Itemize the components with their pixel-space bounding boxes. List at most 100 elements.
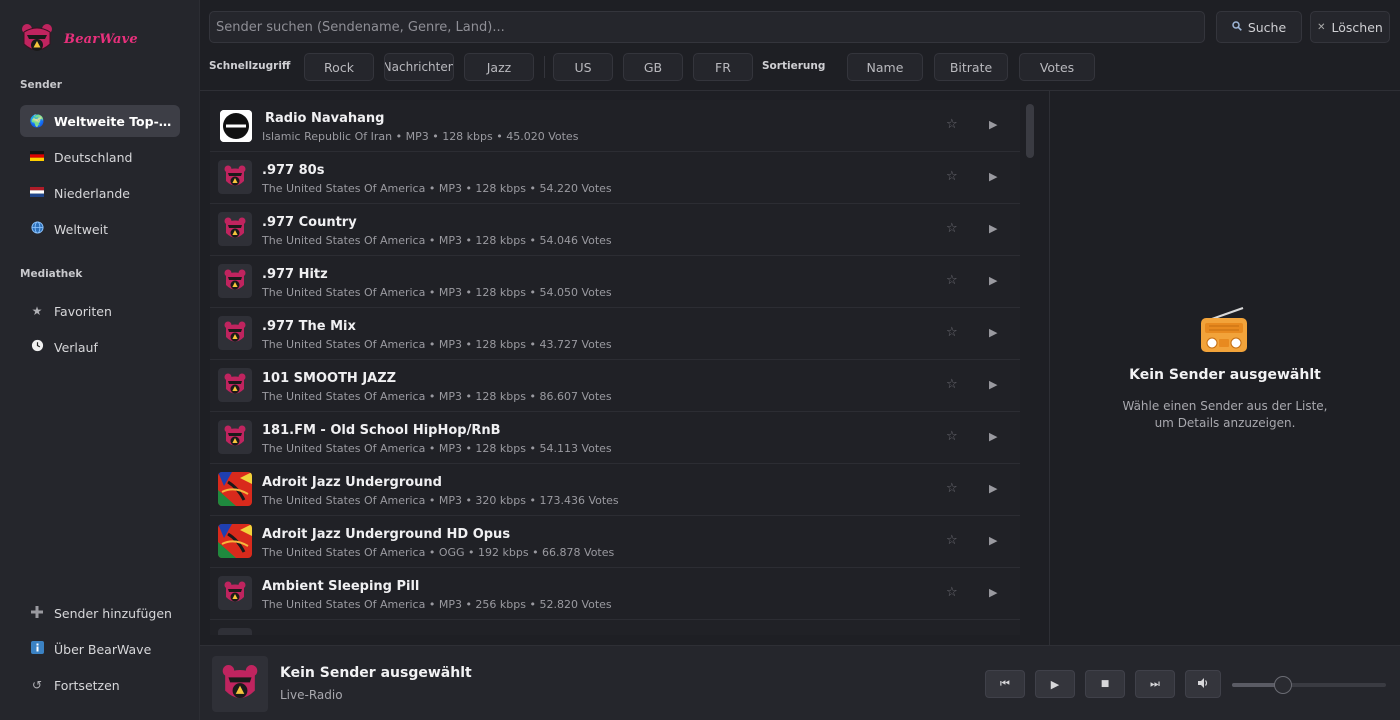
favorite-star-icon[interactable]: ☆ [946,273,958,288]
bear-logo-icon [218,212,252,246]
station-row[interactable]: .977 80s The United States Of America • … [210,152,1020,204]
play-icon[interactable]: ▶ [989,378,997,391]
sidebar-item-verlauf[interactable]: Verlauf [20,331,180,363]
quick-genre-rock[interactable]: Rock [304,53,374,81]
search-button[interactable]: Suche [1216,11,1302,43]
play-icon[interactable]: ▶ [989,430,997,443]
sidebar-item-ueber-bearwave[interactable]: Über BearWave [20,633,180,665]
next-button[interactable]: ⏭ [1135,670,1175,698]
sidebar-item-niederlande[interactable]: Niederlande [20,177,180,209]
stop-button[interactable]: ■ [1085,670,1125,698]
play-icon[interactable]: ▶ [989,222,997,235]
station-row[interactable]: .977 The Mix The United States Of Americ… [210,308,1020,360]
sort-by-bitrate[interactable]: Bitrate [934,53,1008,81]
station-row[interactable]: .977 Hitz The United States Of America •… [210,256,1020,308]
station-list[interactable]: Radio Navahang Islamic Republic Of Iran … [210,100,1020,635]
bear-logo-icon [218,316,252,350]
station-name: Ambient Sleeping Pill [262,579,420,594]
quick-genre-jazz[interactable]: Jazz [464,53,534,81]
favorite-star-icon[interactable]: ☆ [946,481,958,496]
play-icon[interactable]: ▶ [989,326,997,339]
sidebar-item-fortsetzen[interactable]: ↺ Fortsetzen [20,669,180,701]
play-icon[interactable]: ▶ [989,534,997,547]
netherlands-flag-icon [28,186,46,200]
sort-by-votes[interactable]: Votes [1019,53,1095,81]
favorite-star-icon[interactable]: ☆ [946,117,958,132]
sidebar-item-label: Weltweit [54,221,108,237]
player-artwork [212,656,268,712]
station-meta: The United States Of America • MP3 • 256… [262,598,612,611]
station-name: .977 Country [262,215,357,230]
sidebar-item-sender-hinzufuegen[interactable]: Sender hinzufügen [20,597,180,629]
speaker-icon [1197,677,1209,692]
sidebar-item-label: Sender hinzufügen [54,605,172,621]
globe-americas-icon: 🌍 [29,114,45,128]
sidebar-item-weltweite-top-sender[interactable]: 🌍 Weltweite Top-Sender [20,105,180,137]
play-icon[interactable]: ▶ [989,118,997,131]
app-logo[interactable]: BearWave [20,20,140,58]
favorite-star-icon[interactable]: ☆ [946,429,958,444]
sidebar-section-title: Sender [20,79,62,91]
station-artwork-icon [218,524,252,558]
station-logo-navahang [220,110,252,142]
quick-country-fr[interactable]: FR [693,53,753,81]
sorting-label: Sortierung [762,60,826,72]
germany-flag-icon [28,150,46,164]
station-name: .977 80s [262,163,325,178]
quick-genre-nachrichten[interactable]: Nachrichten [384,53,454,81]
player-title: Kein Sender ausgewählt [280,665,472,681]
station-meta: The United States Of America • MP3 • 128… [262,234,612,247]
play-icon[interactable]: ▶ [989,482,997,495]
station-row[interactable]: 101 SMOOTH JAZZ The United States Of Ame… [210,360,1020,412]
bear-logo-icon [22,24,52,51]
station-row-partial[interactable] [210,620,1020,635]
station-row[interactable]: .977 Country The United States Of Americ… [210,204,1020,256]
bear-logo-icon [218,368,252,402]
quick-country-us[interactable]: US [553,53,613,81]
search-button-label: Suche [1247,19,1287,35]
radio-icon [1201,307,1247,352]
sidebar-item-label: Deutschland [54,149,133,165]
play-icon[interactable]: ▶ [989,170,997,183]
volume-handle[interactable] [1273,676,1292,694]
sidebar-item-label: Niederlande [54,185,130,201]
sidebar-item-label: Fortsetzen [54,677,120,693]
search-input[interactable] [209,11,1205,43]
station-name: .977 Hitz [262,267,328,282]
sidebar-item-label: Weltweite Top-Sender [54,113,172,129]
list-scrollbar[interactable] [1026,104,1034,158]
station-row[interactable]: 181.FM - Old School HipHop/RnB The Unite… [210,412,1020,464]
station-meta: The United States Of America • MP3 • 128… [262,390,612,403]
favorite-star-icon[interactable]: ☆ [946,169,958,184]
clear-button[interactable]: ✕ Löschen [1310,11,1390,43]
sidebar-item-label: Über BearWave [54,641,152,657]
play-button[interactable]: ▶ [1035,670,1075,698]
station-name: Adroit Jazz Underground HD Opus [262,527,511,542]
play-icon[interactable]: ▶ [989,586,997,599]
favorite-star-icon[interactable]: ☆ [946,377,958,392]
volume-slider[interactable] [1232,676,1386,694]
station-meta: The United States Of America • MP3 • 128… [262,286,612,299]
sidebar-item-deutschland[interactable]: Deutschland [20,141,180,173]
favorite-star-icon[interactable]: ☆ [946,221,958,236]
sort-by-name[interactable]: Name [847,53,923,81]
previous-button[interactable]: ⏮ [985,670,1025,698]
station-row[interactable]: Ambient Sleeping Pill The United States … [210,568,1020,620]
sidebar-item-weltweit[interactable]: Weltweit [20,213,180,245]
station-row[interactable]: Adroit Jazz Underground The United State… [210,464,1020,516]
detail-subtitle: Wähle einen Sender aus der Liste, um Det… [1050,398,1400,432]
play-icon[interactable]: ▶ [989,274,997,287]
station-row[interactable]: Radio Navahang Islamic Republic Of Iran … [210,100,1020,152]
station-row[interactable]: Adroit Jazz Underground HD Opus The Unit… [210,516,1020,568]
bear-logo-icon [218,420,252,454]
quick-country-gb[interactable]: GB [623,53,683,81]
magnifier-icon [1232,20,1242,34]
sidebar-item-favoriten[interactable]: ★ Favoriten [20,295,180,327]
favorite-star-icon[interactable]: ☆ [946,533,958,548]
station-meta: The United States Of America • MP3 • 128… [262,442,612,455]
favorite-star-icon[interactable]: ☆ [946,325,958,340]
mute-button[interactable] [1185,670,1221,698]
favorite-star-icon[interactable]: ☆ [946,585,958,600]
star-icon: ★ [31,304,43,318]
logo-text: BearWave [64,31,138,47]
